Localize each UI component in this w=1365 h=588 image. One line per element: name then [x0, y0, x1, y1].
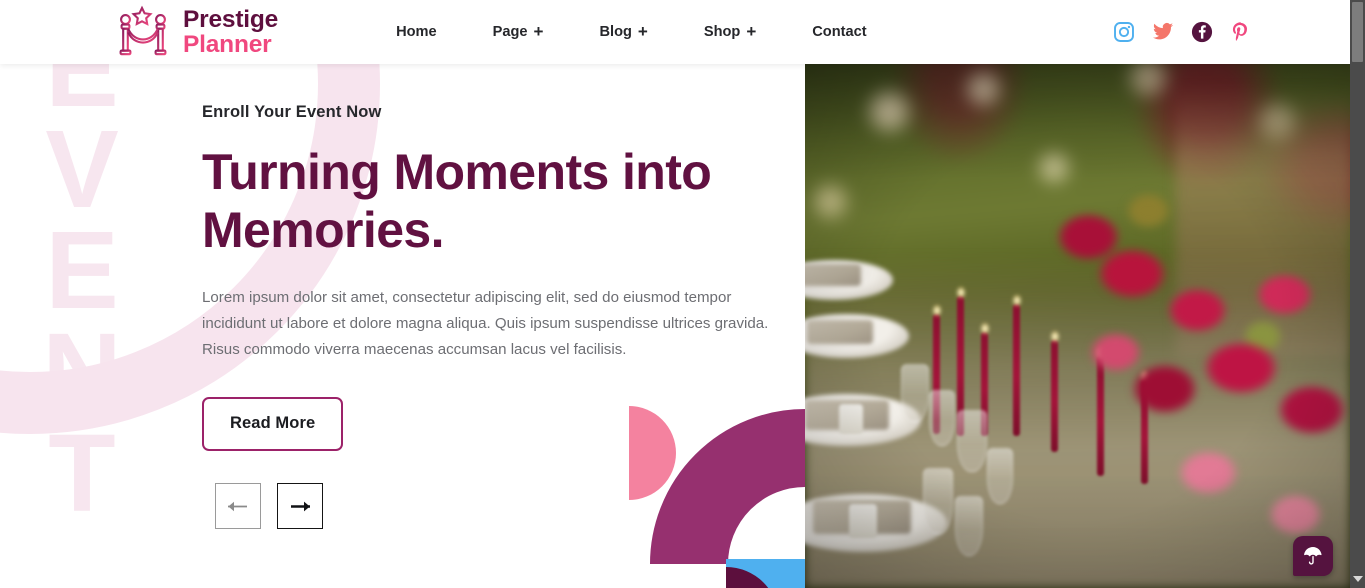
page-root: Prestige Planner Home Page + Blog + Shop…: [0, 0, 1365, 588]
arrow-left-icon: [228, 501, 247, 511]
main-navigation: Home Page + Blog + Shop + Contact: [368, 21, 895, 41]
nav-item-page[interactable]: Page +: [465, 21, 572, 41]
hero-slider-nav: [215, 483, 323, 529]
nav-label: Contact: [812, 24, 867, 40]
scrollbar-down-button[interactable]: [1350, 572, 1365, 586]
plus-icon: +: [746, 21, 757, 41]
hero-title: Turning Moments into Memories.: [202, 144, 712, 258]
facebook-icon[interactable]: [1191, 21, 1213, 43]
arrow-right-icon: [291, 501, 310, 511]
instagram-icon[interactable]: [1113, 21, 1135, 43]
hero-image: [805, 64, 1350, 588]
nav-item-shop[interactable]: Shop +: [676, 21, 784, 41]
nav-label: Page: [492, 24, 528, 40]
nav-label: Shop: [703, 24, 741, 40]
hero-section: E V E N T Enroll Your Event Now Turning …: [0, 64, 1350, 588]
logo[interactable]: Prestige Planner: [112, 5, 278, 59]
read-more-button[interactable]: Read More: [202, 396, 344, 451]
twitter-icon[interactable]: [1152, 21, 1174, 43]
plus-icon: +: [533, 21, 544, 41]
nav-item-home[interactable]: Home: [368, 24, 465, 40]
nav-item-contact[interactable]: Contact: [784, 24, 894, 40]
nav-item-blog[interactable]: Blog +: [571, 21, 675, 41]
floating-umbrella-button[interactable]: [1293, 536, 1333, 576]
slider-prev-button[interactable]: [215, 483, 261, 529]
nav-label: Home: [396, 24, 437, 40]
logo-text: Prestige Planner: [183, 7, 278, 57]
hero-description: Lorem ipsum dolor sit amet, consectetur …: [202, 289, 769, 358]
slider-next-button[interactable]: [277, 483, 323, 529]
logo-line-1: Prestige: [183, 6, 279, 34]
logo-line-2: Planner: [183, 31, 272, 58]
plus-icon: +: [637, 21, 648, 41]
hero-text-block: Enroll Your Event Now Turning Moments in…: [202, 103, 782, 451]
hero-image-vignette: [805, 64, 1350, 588]
chevron-down-icon: [1352, 576, 1363, 582]
hero-eyebrow: Enroll Your Event Now: [202, 103, 382, 121]
rope-stanchion-star-icon: [119, 5, 167, 56]
nav-label: Blog: [599, 24, 632, 40]
umbrella-icon: [1304, 547, 1322, 565]
pinterest-icon[interactable]: [1230, 21, 1252, 43]
site-header: Prestige Planner Home Page + Blog + Shop…: [0, 0, 1365, 64]
vertical-scrollbar[interactable]: [1350, 0, 1365, 588]
social-links: [1113, 21, 1252, 43]
scrollbar-thumb[interactable]: [1352, 2, 1363, 62]
